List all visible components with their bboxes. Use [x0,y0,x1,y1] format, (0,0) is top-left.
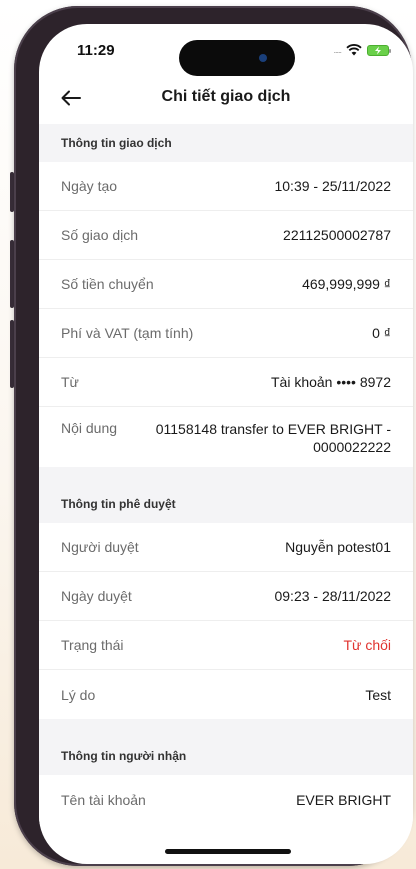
section-header-transaction: Thông tin giao dịch [39,124,413,162]
wifi-icon [346,44,362,56]
battery-charging-icon [367,44,391,56]
row-transfer-amount: Số tiền chuyển 469,999,999 ₫ [39,260,413,309]
camera-icon [259,54,267,62]
page-title: Chi tiết giao dịch [161,88,291,105]
row-label: Số tiền chuyển [61,276,154,292]
row-value: 01158148 transfer to EVER BRIGHT - 00000… [155,421,391,455]
status-icons: ..... [333,44,391,56]
phone-screen: 11:29 ..... Chi tiết giao dịch Thông tin… [39,24,413,864]
transaction-detail-content: Thông tin giao dịch Ngày tạo 10:39 - 25/… [39,124,413,824]
row-label: Phí và VAT (tạm tính) [61,325,194,341]
row-value: Nguyễn potest01 [285,539,391,555]
home-indicator[interactable] [165,849,291,854]
row-label: Nội dung [61,420,118,436]
row-value: 10:39 - 25/11/2022 [274,178,391,194]
row-created-date: Ngày tạo 10:39 - 25/11/2022 [39,162,413,211]
row-content: Nội dung 01158148 transfer to EVER BRIGH… [39,407,413,467]
signal-dots: ..... [333,45,341,55]
row-reason: Lý do Test [39,670,413,719]
row-transaction-number: Số giao dịch 22112500002787 [39,211,413,260]
dynamic-island [179,40,295,76]
row-label: Tên tài khoản [61,791,146,808]
section-divider [39,467,413,485]
status-badge: Từ chối [343,637,392,653]
nav-header: Chi tiết giao dịch [39,76,413,120]
row-approver: Người duyệt Nguyễn potest01 [39,523,413,572]
row-value: 09:23 - 28/11/2022 [274,588,391,604]
row-label: Lý do [61,686,96,703]
row-approval-date: Ngày duyệt 09:23 - 28/11/2022 [39,572,413,621]
row-status: Trạng thái Từ chối [39,621,413,670]
section-divider [39,719,413,737]
row-value: 469,999,999 ₫ [302,276,391,292]
row-account-name: Tên tài khoản EVER BRIGHT [39,775,413,824]
row-fee-vat: Phí và VAT (tạm tính) 0 ₫ [39,309,413,358]
section-header-recipient: Thông tin người nhận [39,737,413,775]
status-bar: 11:29 ..... [39,24,413,76]
row-label: Số giao dịch [61,227,139,243]
row-value: EVER BRIGHT [296,791,391,808]
row-label: Người duyệt [61,539,139,555]
row-label: Ngày duyệt [61,588,132,604]
row-label: Từ [61,374,79,390]
section-header-approval: Thông tin phê duyệt [39,485,413,523]
row-from-account: Từ Tài khoản •••• 8972 [39,358,413,407]
row-label: Ngày tạo [61,178,118,194]
status-time: 11:29 [77,42,115,59]
row-value: 22112500002787 [283,227,391,243]
row-label: Trạng thái [61,637,124,653]
row-value: 0 ₫ [372,325,391,341]
row-value: Tài khoản •••• 8972 [270,374,391,390]
row-value: Test [365,686,391,703]
phone-frame: 11:29 ..... Chi tiết giao dịch Thông tin… [14,6,413,866]
